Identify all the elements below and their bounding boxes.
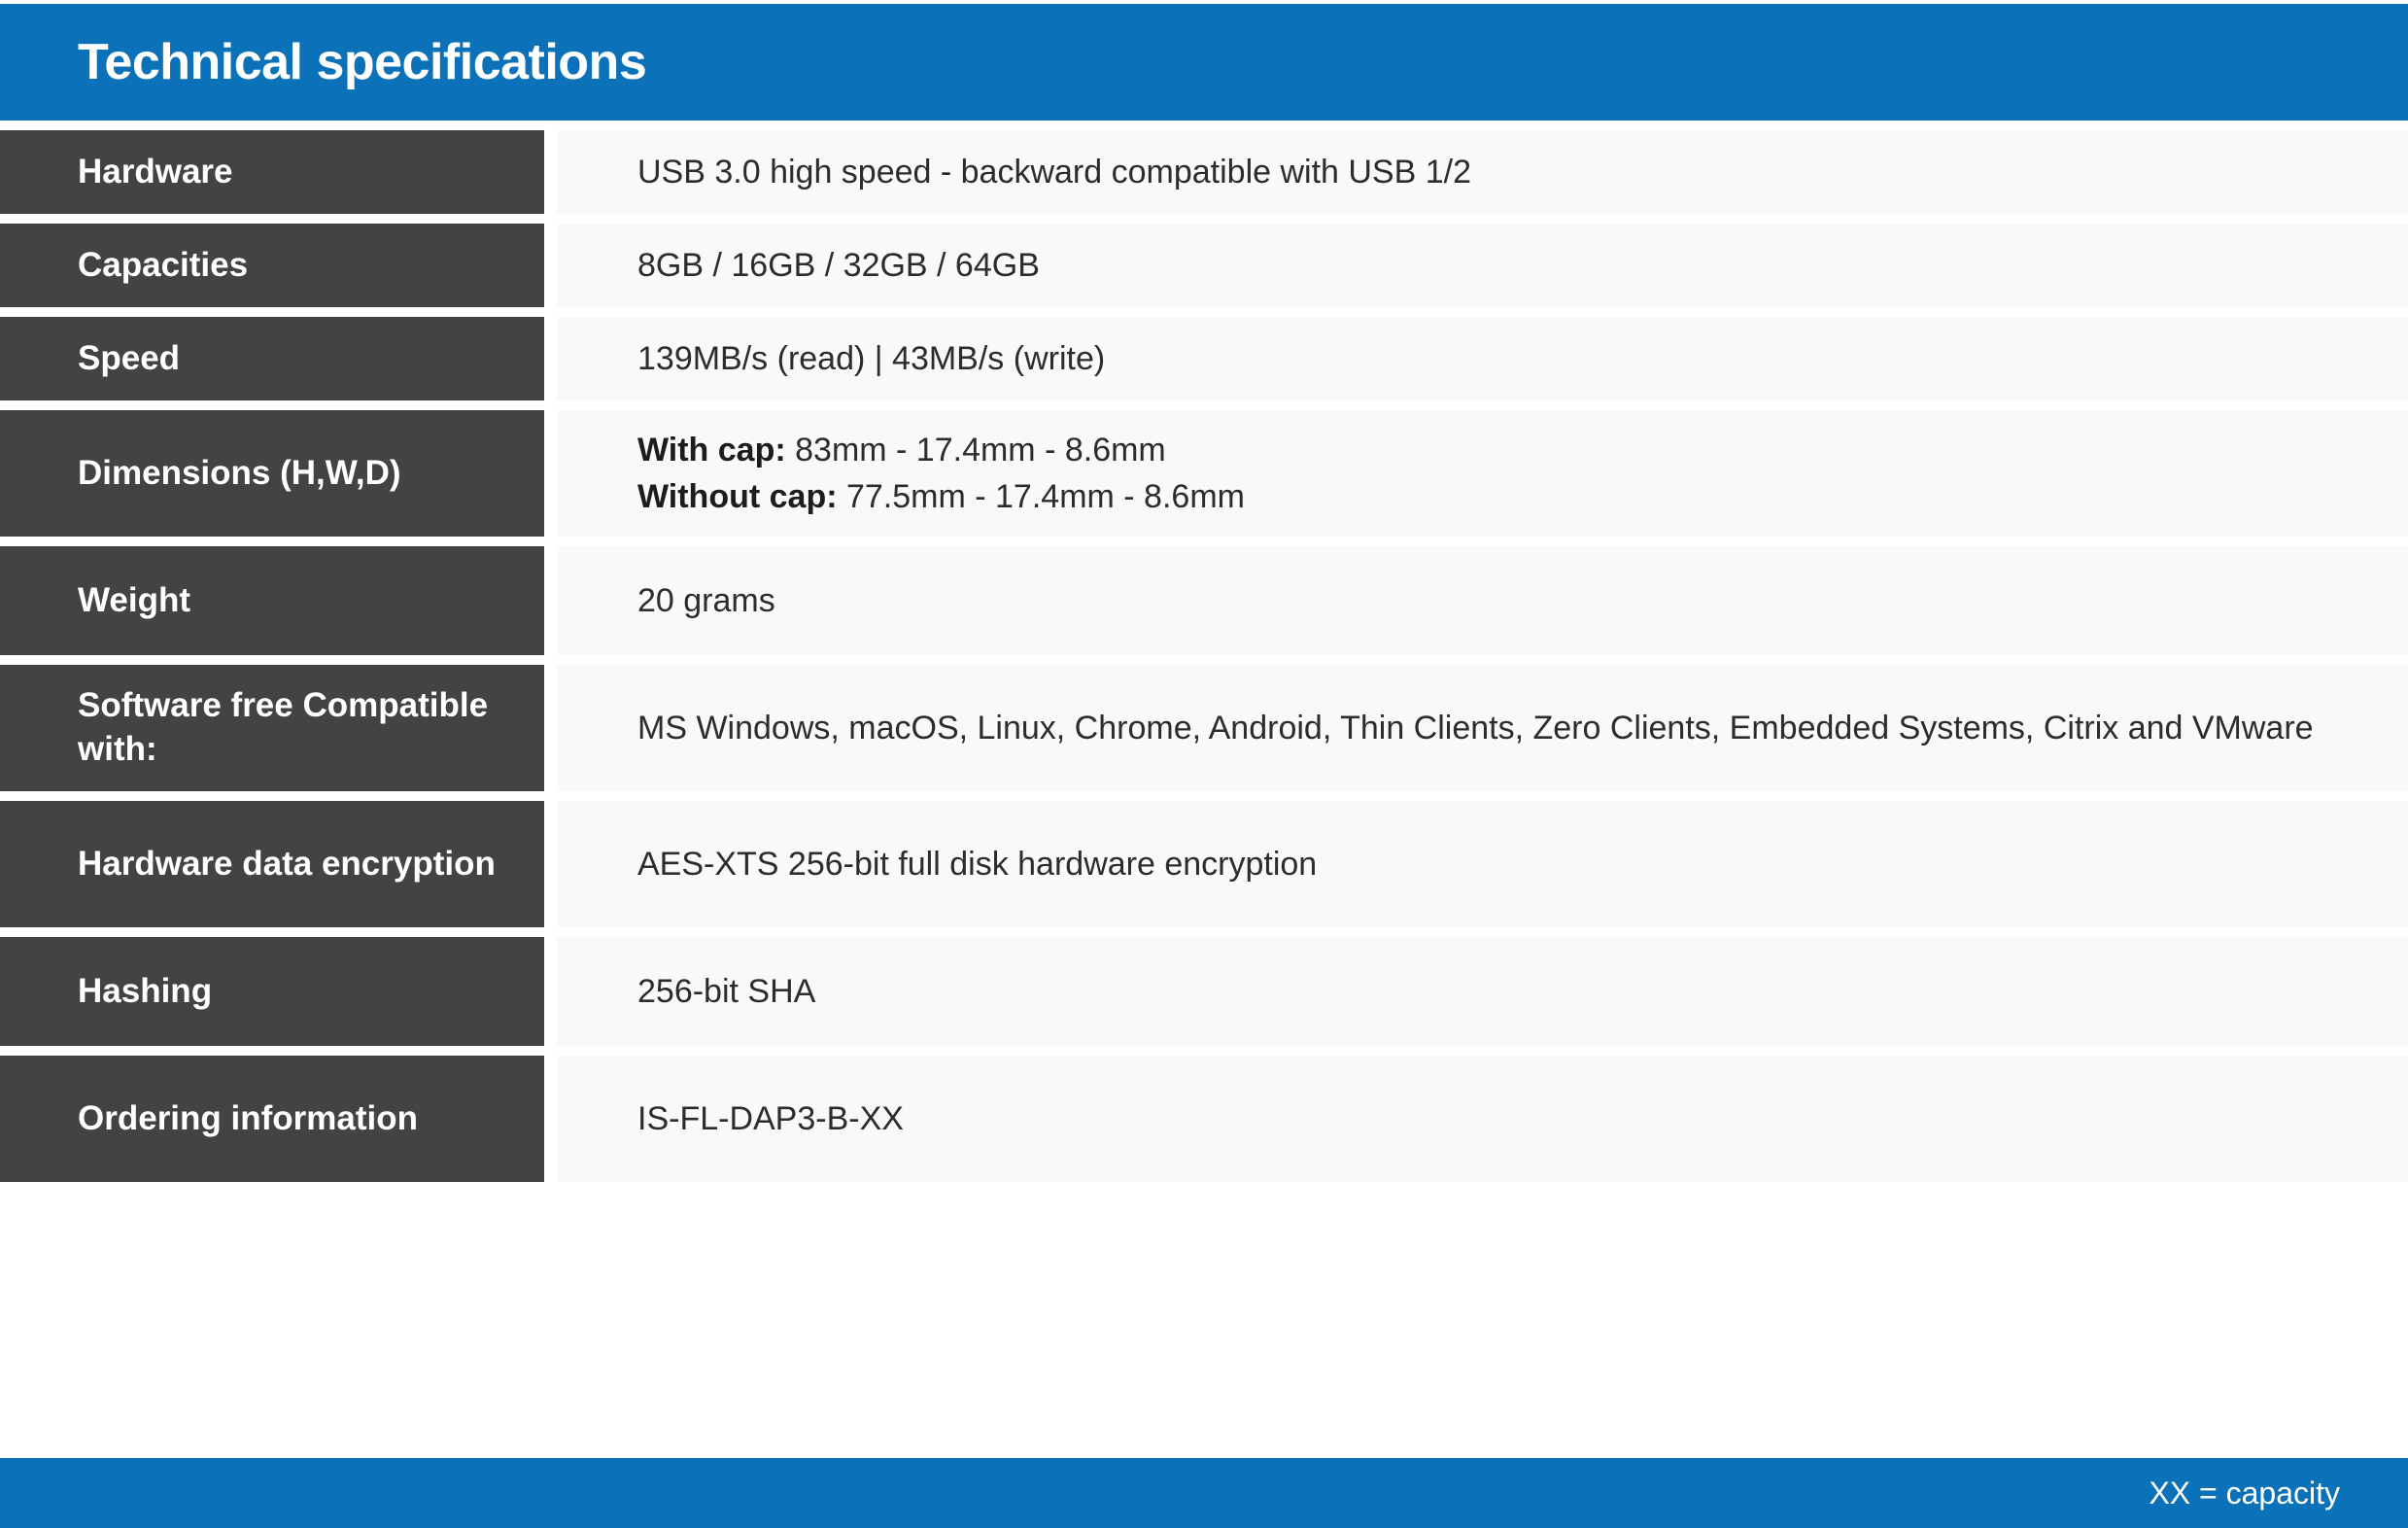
spec-value-speed: 139MB/s (read) | 43MB/s (write) <box>557 317 2408 400</box>
encryption-label-line-1: Hardware data <box>78 844 313 883</box>
spec-label-speed: Speed <box>0 317 544 400</box>
dimensions-with-cap-value: 83mm - 17.4mm - 8.6mm <box>785 431 1166 469</box>
dimensions-without-cap-value: 77.5mm - 17.4mm - 8.6mm <box>837 478 1245 515</box>
encryption-label-line-2: encryption <box>321 844 496 883</box>
table-row: Software free Compatible with: MS Window… <box>0 665 2408 791</box>
spec-value-hashing: 256-bit SHA <box>557 937 2408 1046</box>
table-row: Capacities 8GB / 16GB / 32GB / 64GB <box>0 224 2408 307</box>
ordering-label-line-1: Ordering <box>78 1098 222 1137</box>
spec-label-hardware-encryption: Hardware data encryption <box>0 801 544 927</box>
spec-label-capacities: Capacities <box>0 224 544 307</box>
spec-label-software-compatibility: Software free Compatible with: <box>0 665 544 791</box>
page-title: Technical specifications <box>78 34 647 90</box>
table-row: Ordering information IS-FL-DAP3-B-XX <box>0 1056 2408 1182</box>
ordering-label-line-2: information <box>230 1098 419 1137</box>
table-row: Hardware data encryption AES-XTS 256-bit… <box>0 801 2408 927</box>
spec-value-hardware-encryption: AES-XTS 256-bit full disk hardware encry… <box>557 801 2408 927</box>
spec-value-capacities: 8GB / 16GB / 32GB / 64GB <box>557 224 2408 307</box>
spec-label-weight: Weight <box>0 546 544 655</box>
spec-label-hashing: Hashing <box>0 937 544 1046</box>
dimensions-with-cap-prefix: With cap: <box>637 431 786 469</box>
spec-value-weight: 20 grams <box>557 546 2408 655</box>
sheet-footer: XX = capacity <box>0 1458 2408 1528</box>
spec-table: Hardware USB 3.0 high speed - backward c… <box>0 130 2408 1458</box>
table-row: Hashing 256-bit SHA <box>0 937 2408 1046</box>
table-row: Speed 139MB/s (read) | 43MB/s (write) <box>0 317 2408 400</box>
table-row: Hardware USB 3.0 high speed - backward c… <box>0 130 2408 214</box>
software-label-line-1: Software free <box>78 686 293 725</box>
spec-value-software-compatibility: MS Windows, macOS, Linux, Chrome, Androi… <box>557 665 2408 791</box>
sheet-header: Technical specifications <box>0 4 2408 121</box>
spec-label-dimensions: Dimensions (H,W,D) <box>0 410 544 537</box>
table-row: Dimensions (H,W,D) With cap: 83mm - 17.4… <box>0 410 2408 537</box>
spec-value-dimensions: With cap: 83mm - 17.4mm - 8.6mm Without … <box>557 410 2408 537</box>
spec-value-ordering-information: IS-FL-DAP3-B-XX <box>557 1056 2408 1182</box>
dimensions-without-cap-line: Without cap: 77.5mm - 17.4mm - 8.6mm <box>637 473 1245 520</box>
dimensions-without-cap-prefix: Without cap: <box>637 478 838 515</box>
dimensions-with-cap-line: With cap: 83mm - 17.4mm - 8.6mm <box>637 427 1245 473</box>
footer-note: XX = capacity <box>2149 1475 2340 1511</box>
spec-value-hardware: USB 3.0 high speed - backward compatible… <box>557 130 2408 214</box>
spec-label-ordering-information: Ordering information <box>0 1056 544 1182</box>
technical-specifications-sheet: Technical specifications Hardware USB 3.… <box>0 0 2408 1528</box>
table-row: Weight 20 grams <box>0 546 2408 655</box>
spec-label-hardware: Hardware <box>0 130 544 214</box>
